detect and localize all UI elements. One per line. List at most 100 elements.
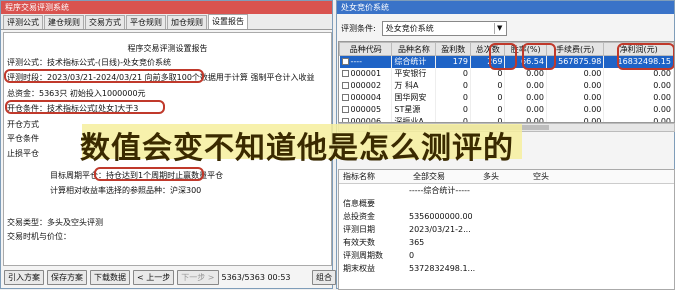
open-condition-highlight <box>5 100 165 114</box>
report-close-condition: 平仓条件 <box>7 134 39 143</box>
cell-text: ---- <box>350 57 363 67</box>
result-table: 品种代码 品种名称 盈利数 总次数 胜率(%) 手续费(元) 净利润(元) --… <box>338 41 675 123</box>
stats-value: 5372832498.1... <box>409 264 476 273</box>
table-cell-fee: 0.00 <box>546 79 605 92</box>
tab-trade-mode[interactable]: 交易方式 <box>85 15 125 29</box>
overlay-caption: 数值会变不知道他是怎么测评的 <box>80 131 514 166</box>
tab-bar: 评测公式 建仓规则 交易方式 平仓规则 加仓规则 设置报告 <box>1 14 332 30</box>
cell-text: 0.00 <box>653 93 671 102</box>
cell-text: 0.00 <box>653 69 671 78</box>
download-data-button[interactable]: 下载数据 <box>90 269 130 285</box>
cell-text: 0.00 <box>526 105 544 114</box>
cell-text: 0.00 <box>526 93 544 102</box>
table-cell-win: 0 <box>435 91 471 104</box>
cell-text: 国华网安 <box>394 93 427 102</box>
stats-col-metric: 指标名称 <box>343 172 375 181</box>
stats-row: 期末权益 5372832498.1... <box>339 262 674 275</box>
tab-formula[interactable]: 评测公式 <box>3 15 43 29</box>
report-open-way: 开仓方式 <box>7 120 39 129</box>
row-checkbox[interactable] <box>341 70 349 77</box>
col-name[interactable]: 品种名称 <box>391 42 437 56</box>
row-checkbox[interactable] <box>341 94 349 101</box>
cell-text: 0 <box>497 93 503 102</box>
stats-row: 总投资金 5356000000.00 <box>339 210 674 223</box>
stats-value: 365 <box>409 238 425 247</box>
table-cell-code: 000005 <box>339 103 393 116</box>
cell-text: 0 <box>462 81 468 90</box>
table-cell-win: 179 <box>435 55 471 68</box>
profit-highlight <box>617 43 674 70</box>
table-cell-rate: 0.00 <box>504 115 547 122</box>
table-cell-win: 0 <box>435 67 471 80</box>
table-cell-rate: 0.00 <box>504 79 547 92</box>
cell-text: 0.00 <box>583 81 602 90</box>
report-benchmark: 计算相对收益率选择的参照品种：沪深300 <box>50 186 202 195</box>
stats-value: 0 <box>409 251 415 260</box>
stats-value: 5356000000.00 <box>409 212 473 221</box>
tab-add-rule[interactable]: 加仓规则 <box>167 15 207 29</box>
tab-open-rule[interactable]: 建仓规则 <box>44 15 84 29</box>
tab-close-rule[interactable]: 平仓规则 <box>126 15 166 29</box>
window-title: 程序交易评测系统 <box>1 1 332 14</box>
table-cell-profit: 0.00 <box>603 115 674 122</box>
col-wins[interactable]: 盈利数 <box>435 42 471 56</box>
cell-text: 万 科A <box>394 81 419 90</box>
stats-col-long: 多头 <box>483 172 499 181</box>
cell-text: 179 <box>452 57 468 67</box>
table-cell-name: 综合统计 <box>391 55 437 68</box>
combine-button[interactable]: 组合 <box>312 270 336 285</box>
table-cell-fee: 0.00 <box>546 115 605 122</box>
tab-report[interactable]: 设置报告 <box>208 14 248 29</box>
cell-text: 综合统计 <box>394 57 427 67</box>
table-cell-name: 深振业A <box>391 115 437 122</box>
cell-text: 0 <box>497 105 503 114</box>
table-cell-code: 000002 <box>339 79 393 92</box>
result-title: 处女竞价系统 <box>337 1 674 14</box>
table-cell-rate: 0.00 <box>504 91 547 104</box>
report-trade-time: 交易时机与价位： <box>7 232 71 241</box>
next-step-button[interactable]: 下一步 > <box>177 269 219 285</box>
table-cell-code: 000006 <box>339 115 393 122</box>
table-cell-fee: 0.00 <box>546 67 605 80</box>
save-plan-button[interactable]: 保存方案 <box>47 269 87 285</box>
stats-row: -----综合统计----- <box>339 184 674 197</box>
row-checkbox[interactable] <box>341 106 349 113</box>
condition-label: 评测条件: <box>341 24 376 33</box>
table-row[interactable]: 000002 万 科A 0 0 0.00 0.00 0.00 <box>339 79 674 92</box>
cell-text: 0.00 <box>583 93 602 102</box>
target-close-highlight <box>94 167 204 181</box>
cell-text: 0.00 <box>526 69 544 78</box>
stats-key: 评测周期数 <box>343 251 383 260</box>
table-row[interactable]: 000004 国华网安 0 0 0.00 0.00 0.00 <box>339 91 674 104</box>
table-cell-total: 0 <box>470 91 506 104</box>
table-cell-name: 万 科A <box>391 79 437 92</box>
cell-text: ST星源 <box>394 105 421 114</box>
table-row[interactable]: 000005 ST星源 0 0 0.00 0.00 0.00 <box>339 103 674 116</box>
cell-text: 000004 <box>350 93 382 102</box>
stats-col-all: 全部交易 <box>413 172 445 181</box>
table-cell-fee: 0.00 <box>546 91 605 104</box>
condition-select[interactable]: 处女竞价系统 ▼ <box>381 21 507 36</box>
cell-text: 0.00 <box>526 81 544 90</box>
cell-text: 000001 <box>350 69 382 78</box>
col-code[interactable]: 品种代码 <box>339 42 393 56</box>
cell-text: 0 <box>497 69 503 78</box>
table-row[interactable]: 000006 深振业A 0 0 0.00 0.00 0.00 <box>339 115 674 122</box>
stats-panel: 指标名称 全部交易 多头 空头 -----综合统计----- 信息概要 总投资金 53… <box>338 169 675 290</box>
stats-row: 评测日期 2023/03/21-2... <box>339 223 674 236</box>
stats-value <box>409 197 674 210</box>
stats-key: 总投资金 <box>343 212 375 221</box>
import-plan-button[interactable]: 引入方案 <box>4 269 44 285</box>
row-checkbox[interactable] <box>341 58 349 66</box>
prev-step-button[interactable]: < 上一步 <box>133 269 175 285</box>
table-cell-win: 0 <box>435 103 471 116</box>
table-cell-code: ---- <box>339 55 393 68</box>
cell-text: 0.00 <box>653 105 671 114</box>
cell-text: 000002 <box>350 81 382 90</box>
stats-value: 2023/03/21-2... <box>409 225 471 234</box>
stats-header: 指标名称 全部交易 多头 空头 <box>339 170 674 184</box>
cell-text: 567875.98 <box>558 57 602 67</box>
row-checkbox[interactable] <box>341 82 349 89</box>
chevron-down-icon[interactable]: ▼ <box>493 23 505 34</box>
cell-text: 0.00 <box>583 105 602 114</box>
